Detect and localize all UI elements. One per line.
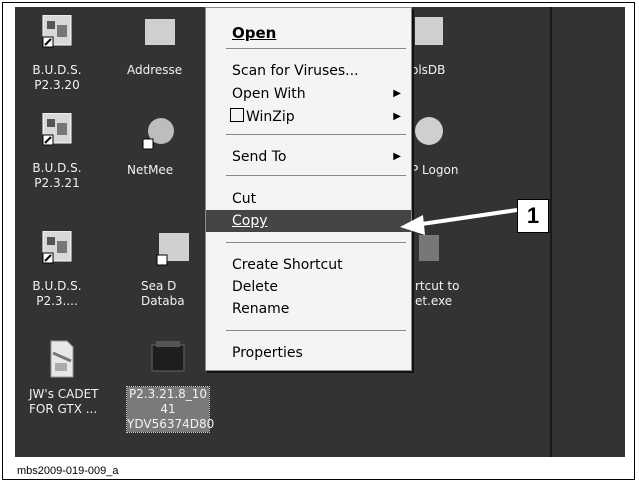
menu-item-properties[interactable]: Properties <box>206 342 411 364</box>
menu-item-copy[interactable]: Copy <box>206 210 411 232</box>
menu-item-scan-for-viruses[interactable]: Scan for Viruses... <box>206 60 411 82</box>
figure-frame: B.U.D.S. P2.3.20 B.U.D.S. P2.3.21 B.U.D.S.… <box>2 2 635 480</box>
desktop-icon-jws-cadet[interactable]: JW's CADET FOR GTX ... <box>29 339 99 417</box>
database-icon <box>415 17 443 45</box>
submenu-arrow-icon: ▶ <box>393 151 401 162</box>
desktop-icon-buds-p2321[interactable]: B.U.D.S. P2.3.21 <box>25 112 89 191</box>
figure-caption: mbs2009-019-009_a <box>17 465 119 477</box>
menu-separator <box>226 134 406 135</box>
menu-item-send-to[interactable]: Send To ▶ <box>206 146 411 168</box>
application-icon <box>42 112 72 146</box>
menu-item-winzip[interactable]: WinZip ▶ <box>206 106 411 128</box>
database-icon <box>156 233 189 266</box>
menu-separator <box>226 48 406 49</box>
netmeeting-icon <box>142 118 174 150</box>
application-icon <box>42 230 72 264</box>
shortcut-icon <box>419 235 439 261</box>
menu-item-cut[interactable]: Cut <box>206 188 411 210</box>
menu-separator <box>226 242 406 243</box>
menu-item-delete[interactable]: Delete <box>206 276 411 298</box>
menu-item-create-shortcut[interactable]: Create Shortcut <box>206 254 411 276</box>
context-menu: Open Scan for Viruses... Open With ▶ Win… <box>205 7 412 371</box>
menu-item-rename[interactable]: Rename <box>206 298 411 320</box>
desktop-icon-sea-doo-db[interactable]: Sea D Databa <box>141 231 205 309</box>
folder-icon <box>151 341 185 372</box>
winzip-icon <box>230 108 244 122</box>
desktop-divider <box>550 7 552 457</box>
document-icon <box>50 340 74 378</box>
menu-separator <box>226 175 406 176</box>
menu-item-open-with[interactable]: Open With ▶ <box>206 83 411 105</box>
desktop-icon-addresses[interactable]: Addresse <box>127 15 191 78</box>
application-icon <box>42 14 72 48</box>
desktop-icon-buds-p23[interactable]: B.U.D.S. P2.3.... <box>25 230 89 309</box>
desktop-icon-buds-p2320[interactable]: B.U.D.S. P2.3.20 <box>25 14 89 93</box>
callout-number: 1 <box>517 199 549 233</box>
logon-icon <box>415 117 443 145</box>
submenu-arrow-icon: ▶ <box>393 111 401 122</box>
desktop-icon-netmeeting[interactable]: NetMee <box>127 115 191 178</box>
address-book-icon <box>145 19 175 45</box>
submenu-arrow-icon: ▶ <box>393 88 401 99</box>
desktop-icon-p2321-folder[interactable]: P2.3.21.8_10 41 YDV56374D80 <box>126 339 214 433</box>
menu-item-open[interactable]: Open <box>206 22 411 44</box>
menu-separator <box>226 330 406 331</box>
